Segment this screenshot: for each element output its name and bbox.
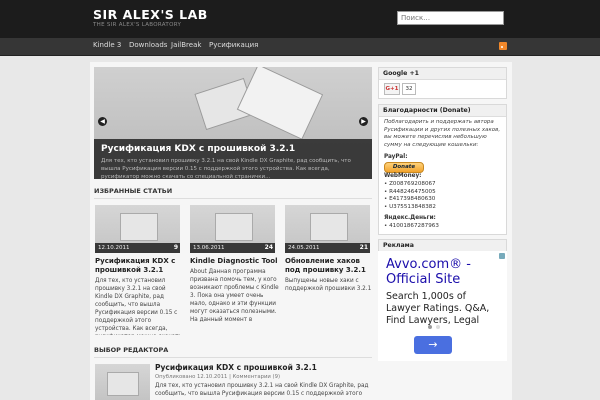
wallet-item: • R448246475005 — [384, 188, 436, 195]
editor-post-meta: Опубликовано 12.10.2011 | Комментарии (9… — [155, 374, 281, 380]
ad-desc-line: Lawyer Ratings. Q&A, — [386, 303, 490, 314]
donate-intro: Поблагодарить и поддержать автора Русифи… — [384, 119, 501, 148]
post-thumbnail[interactable]: 24.05.2011 21 — [285, 205, 370, 253]
slider-title[interactable]: Русификация KDX с прошивкой 3.2.1 — [101, 144, 295, 154]
nav-item-jailbreak[interactable]: JailBreak — [171, 41, 201, 49]
thumb-bar: 13.06.2011 24 — [190, 243, 275, 253]
nav-item-kindle3[interactable]: Kindle 3 — [93, 41, 121, 49]
site-header: SIR ALEX'S LAB THE SIR ALEX'S LABORATORY — [0, 0, 600, 38]
plus-count: 32 — [402, 83, 416, 95]
ad-desc-line: Search 1,000s of — [386, 291, 466, 302]
thumb-bar: 24.05.2011 21 — [285, 243, 370, 253]
paypal-donate-button[interactable]: Donate — [384, 162, 424, 173]
ad-title-line[interactable]: Official Site — [386, 272, 471, 287]
post-date: 12.10.2011 — [98, 244, 130, 251]
yandex-label: Яндекс.Деньги: — [384, 215, 436, 221]
paypal-label: PayPal: — [384, 154, 408, 160]
rss-icon[interactable] — [499, 42, 507, 50]
divider — [94, 198, 372, 199]
ad-pager-dot[interactable] — [436, 325, 440, 329]
post-date: 13.06.2011 — [193, 244, 225, 251]
post-date: 24.05.2011 — [288, 244, 320, 251]
post-excerpt: Для тех, кто установил прошивку 3.2.1 на… — [95, 278, 182, 335]
ad-arrow-button[interactable]: → — [414, 336, 452, 354]
comment-count: 9 — [173, 244, 178, 251]
post-title[interactable]: Kindle Diagnostic Tool — [190, 257, 280, 266]
widget-header: Благодарности (Donate) — [379, 105, 506, 117]
featured-slider[interactable]: ◀ ▶ Русификация KDX с прошивкой 3.2.1 Дл… — [94, 67, 372, 179]
photo-illustration — [236, 67, 324, 140]
ad-title-line[interactable]: Avvo.com® - — [386, 257, 471, 272]
site-title[interactable]: SIR ALEX'S LAB — [93, 7, 208, 22]
webmoney-list: • Z008769208067 • R448246475005 • E41739… — [384, 181, 436, 211]
adchoices-icon[interactable] — [499, 253, 505, 259]
camera-illustration — [107, 372, 139, 396]
main-nav: Kindle 3 Downloads JailBreak Русификация — [0, 38, 600, 56]
widget-title: Благодарности (Donate) — [383, 107, 471, 114]
google-plus-widget: Google +1 G+1 32 — [378, 67, 507, 99]
editor-post-excerpt: Для тех, кто установил прошивку 3.2.1 на… — [155, 383, 369, 397]
editor-heading: ВЫБОР РЕДАКТОРА — [94, 346, 169, 354]
comment-count: 21 — [359, 244, 368, 251]
widget-title: Google +1 — [383, 70, 419, 77]
camera-illustration — [310, 213, 348, 241]
editor-thumbnail[interactable] — [95, 364, 150, 400]
nav-item-russification[interactable]: Русификация — [209, 41, 258, 49]
wallet-item: • 41001867287963 — [384, 223, 439, 229]
google-plus-button[interactable]: G+1 — [384, 83, 400, 95]
editor-post-title[interactable]: Русификация KDX с прошивкой 3.2.1 — [155, 363, 372, 372]
webmoney-label: WebMoney: — [384, 173, 422, 179]
comment-count: 24 — [264, 244, 273, 251]
advertisement[interactable]: Avvo.com® - Official Site Search 1,000s … — [378, 251, 507, 361]
post-excerpt: Выпущены новые хаки с поддержкой прошивк… — [285, 278, 372, 292]
slider-excerpt: Для тех, кто установил прошивку 3.2.1 на… — [101, 158, 351, 179]
divider — [94, 357, 372, 358]
camera-illustration — [120, 213, 158, 241]
featured-heading: ИЗБРАННЫЕ СТАТЬИ — [94, 187, 173, 195]
search-input[interactable] — [397, 11, 504, 25]
widget-header: Google +1 — [379, 68, 506, 80]
wallet-item: • Z008769208067 — [384, 181, 436, 187]
camera-illustration — [215, 213, 253, 241]
post-thumbnail[interactable]: 13.06.2011 24 — [190, 205, 275, 253]
wallet-item: • E417398480630 — [384, 196, 436, 203]
thumb-bar: 12.10.2011 9 — [95, 243, 180, 253]
ads-widget: Реклама — [378, 239, 507, 252]
slider-prev-arrow[interactable]: ◀ — [98, 117, 107, 126]
wallet-item: • U375513848382 — [384, 203, 436, 210]
post-title[interactable]: Русификация KDX с прошивкой 3.2.1 — [95, 257, 185, 275]
post-excerpt: About Данная программа призвана помочь т… — [190, 269, 279, 323]
ad-description: Search 1,000s of Lawyer Ratings. Q&A, Fi… — [386, 291, 489, 327]
donate-widget: Благодарности (Donate) Поблагодарить и п… — [378, 104, 507, 235]
post-title[interactable]: Обновление хаков под прошивку 3.2.1 — [285, 257, 375, 275]
slider-caption: Русификация KDX с прошивкой 3.2.1 Для те… — [94, 139, 372, 179]
post-thumbnail[interactable]: 12.10.2011 9 — [95, 205, 180, 253]
site-tagline: THE SIR ALEX'S LABORATORY — [93, 22, 182, 28]
nav-item-downloads[interactable]: Downloads — [129, 41, 167, 49]
slider-next-arrow[interactable]: ▶ — [359, 117, 368, 126]
widget-title: Реклама — [383, 242, 414, 249]
ad-title[interactable]: Avvo.com® - Official Site — [386, 257, 471, 287]
ad-pager-dot[interactable] — [428, 325, 432, 329]
